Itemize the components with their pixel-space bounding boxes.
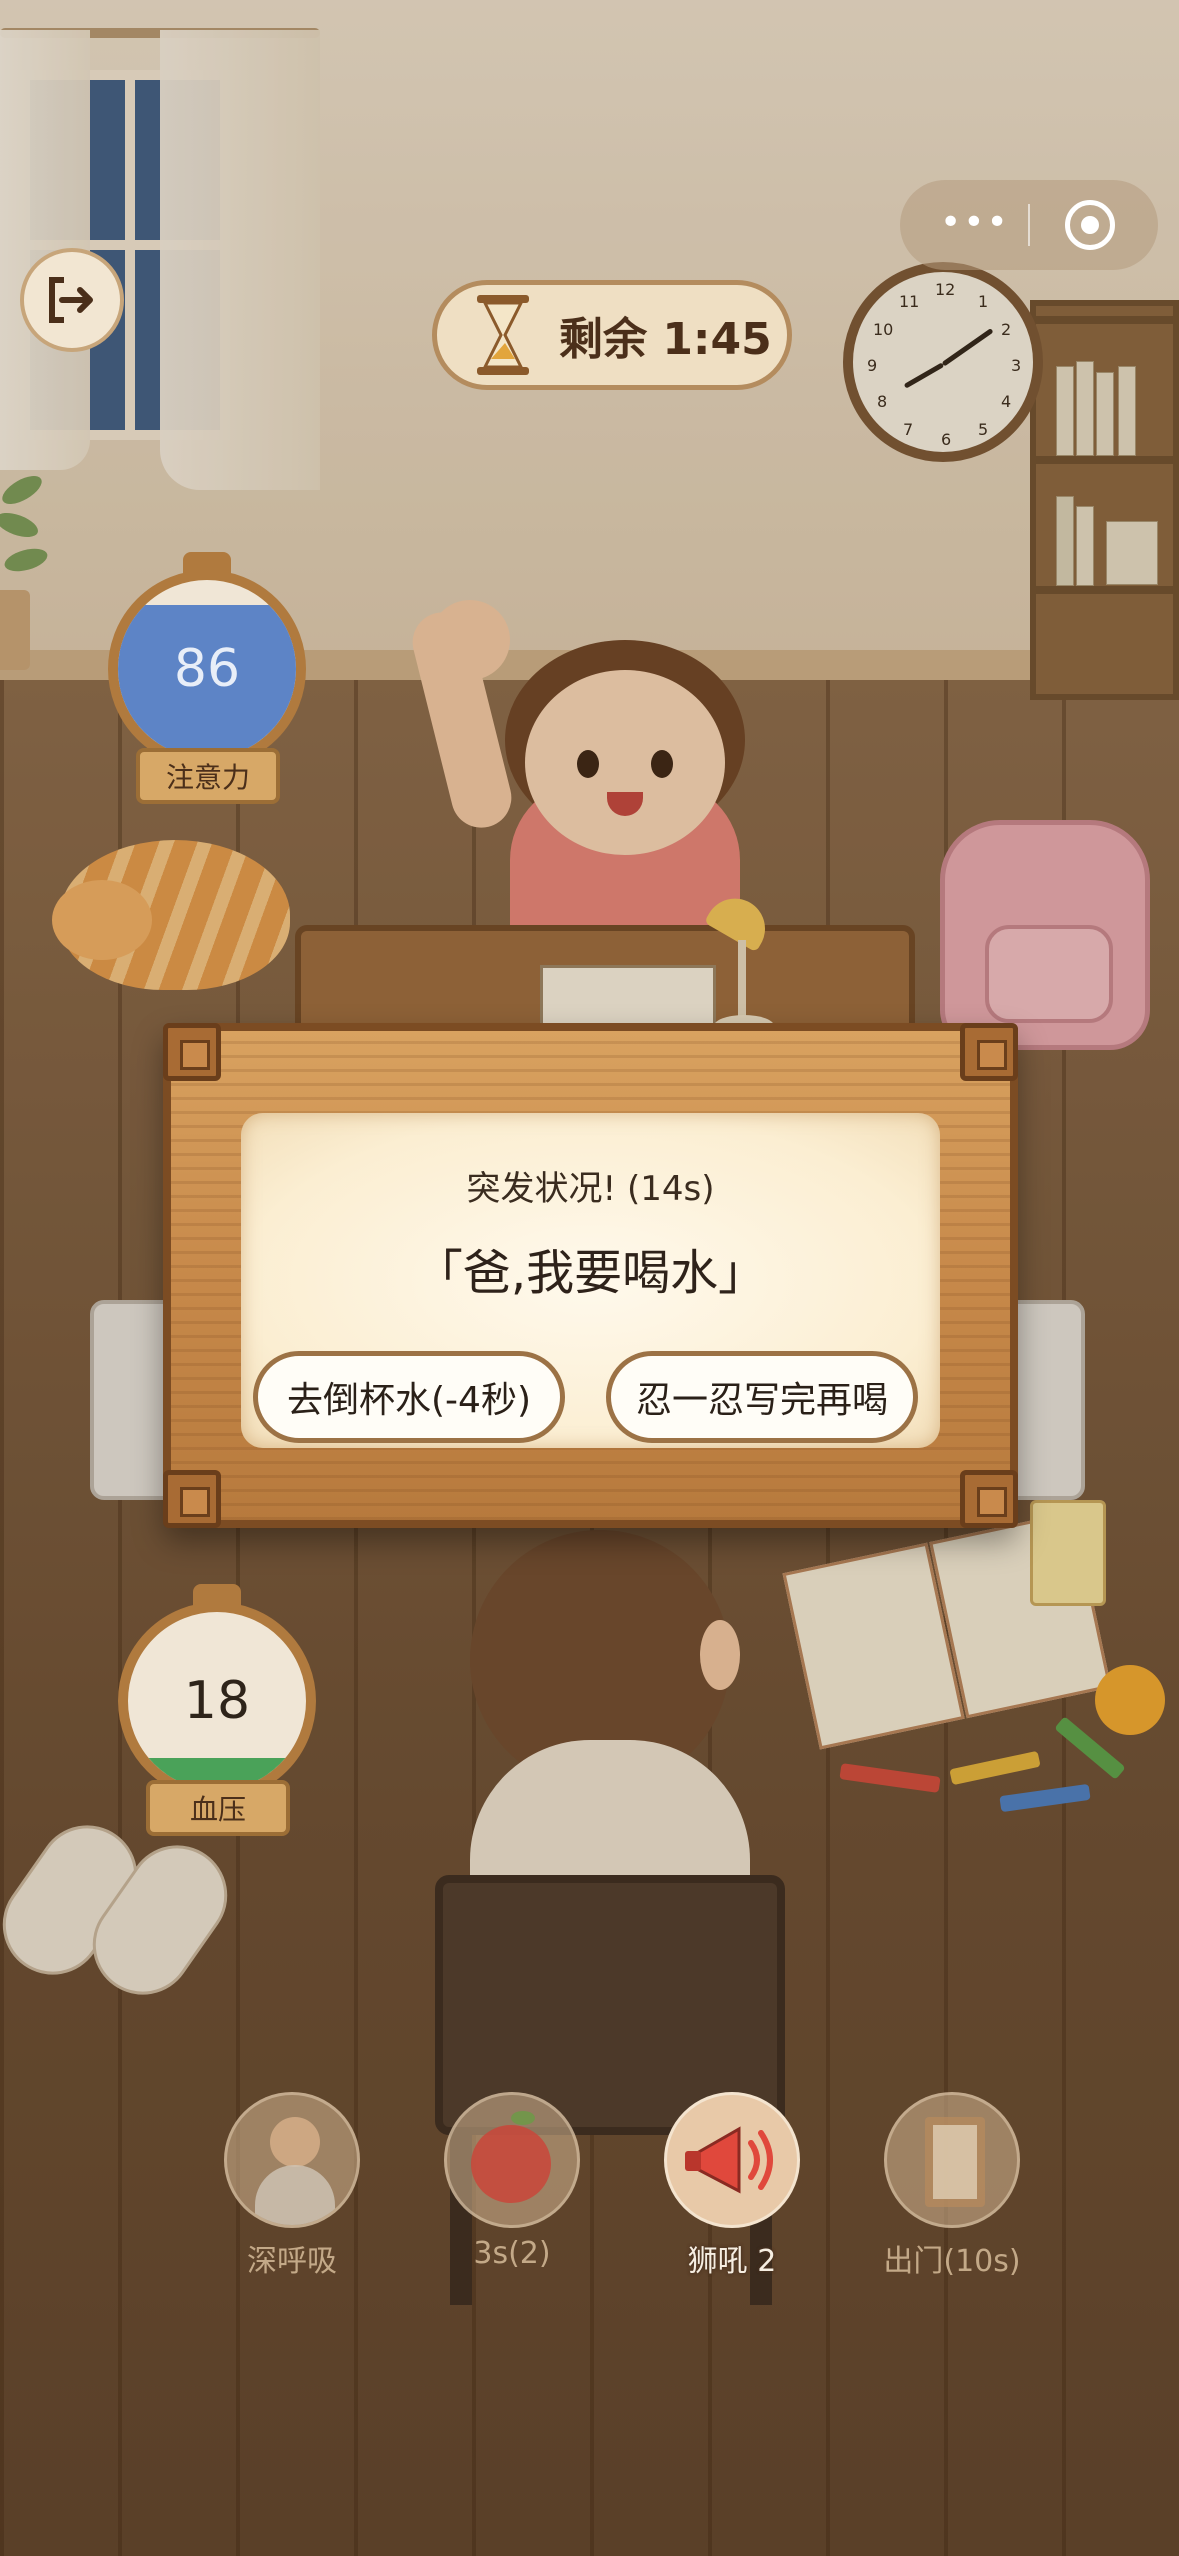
event-message: 「爸,我要喝水」 <box>414 1245 767 1301</box>
skill-deep-breath[interactable]: 深呼吸 <box>222 2092 362 2280</box>
event-dialog: 突发状况! (14s) 「爸,我要喝水」 去倒杯水(-4秒) 忍一忍写完再喝 <box>163 1023 1018 1528</box>
event-title: 突发状况! (14s) <box>466 1169 715 1209</box>
attention-value: 86 <box>173 639 241 699</box>
blood-pressure-value: 18 <box>183 1671 251 1731</box>
hold-on-button[interactable]: 忍一忍写完再喝 <box>606 1351 918 1443</box>
event-panel: 突发状况! (14s) 「爸,我要喝水」 去倒杯水(-4秒) 忍一忍写完再喝 <box>241 1113 940 1448</box>
blood-pressure-label: 血压 <box>146 1780 290 1836</box>
apple-icon <box>444 2092 580 2228</box>
skill-apple[interactable]: 3s(2) <box>442 2092 582 2271</box>
megaphone-icon <box>664 2092 800 2228</box>
skill-label: 深呼吸 <box>247 2244 337 2279</box>
skill-roar[interactable]: 狮吼 2 <box>662 2092 802 2280</box>
time-remaining-text: 剩余 1:45 <box>559 314 772 365</box>
door-icon <box>884 2092 1020 2228</box>
attention-label: 注意力 <box>136 748 280 804</box>
skill-go-out[interactable]: 出门(10s) <box>882 2092 1022 2280</box>
attention-gauge: 86 注意力 <box>108 530 306 804</box>
exit-icon <box>49 277 93 323</box>
exit-button[interactable] <box>20 248 124 352</box>
skill-label: 狮吼 2 <box>687 2244 777 2279</box>
pour-water-button[interactable]: 去倒杯水(-4秒) <box>253 1351 565 1443</box>
hourglass-icon <box>477 295 529 375</box>
deep-breath-icon <box>224 2092 360 2228</box>
skill-label: 3s(2) <box>473 2236 551 2271</box>
more-dots-icon[interactable]: ••• <box>940 205 1010 241</box>
time-remaining-badge: 剩余 1:45 <box>432 280 792 390</box>
blood-pressure-gauge: 18 血压 <box>118 1562 316 1836</box>
skill-label: 出门(10s) <box>883 2244 1021 2279</box>
target-close-icon[interactable] <box>1065 200 1115 250</box>
miniprogram-capsule: ••• <box>900 180 1158 270</box>
